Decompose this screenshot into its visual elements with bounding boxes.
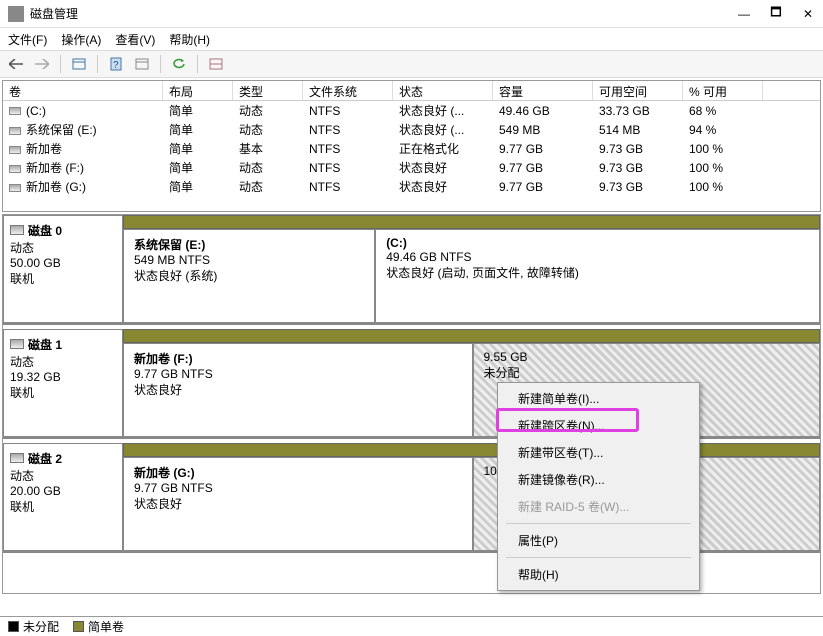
disk-icon [10, 225, 24, 235]
disk-capacity-bar [123, 329, 820, 343]
ctx-help[interactable]: 帮助(H) [500, 561, 697, 588]
disk-info[interactable]: 磁盘 0动态50.00 GB联机 [3, 215, 123, 323]
disk-row: 磁盘 0动态50.00 GB联机系统保留 (E:)549 MB NTFS状态良好… [3, 215, 820, 325]
legend: 未分配 简单卷 [0, 616, 823, 636]
volume-icon [9, 184, 21, 192]
volume-row[interactable]: 系统保留 (E:)简单动态NTFS状态良好 (...549 MB514 MB94… [3, 120, 820, 139]
disk-info[interactable]: 磁盘 1动态19.32 GB联机 [3, 329, 123, 437]
volume-icon [9, 146, 21, 154]
minimize-button[interactable]: — [737, 7, 751, 21]
svg-text:?: ? [113, 60, 119, 71]
partition-box[interactable]: 系统保留 (E:)549 MB NTFS状态良好 (系统) [124, 230, 374, 322]
ctx-new-mirror[interactable]: 新建镜像卷(R)... [500, 466, 697, 493]
ctx-sep [506, 557, 691, 558]
tbtn-refresh[interactable] [169, 54, 189, 74]
disk-capacity-bar [123, 443, 820, 457]
col-type[interactable]: 类型 [233, 81, 303, 100]
volume-row[interactable]: (C:)简单动态NTFS状态良好 (...49.46 GB33.73 GB68 … [3, 101, 820, 120]
disk-icon [10, 453, 24, 463]
forward-button[interactable] [32, 54, 52, 74]
legend-swatch-unalloc [8, 621, 19, 632]
ctx-new-stripe[interactable]: 新建带区卷(T)... [500, 439, 697, 466]
context-menu: 新建简单卷(I)... 新建跨区卷(N)... 新建带区卷(T)... 新建镜像… [497, 382, 700, 591]
tbtn-help[interactable]: ? [106, 54, 126, 74]
menubar: 文件(F) 操作(A) 查看(V) 帮助(H) [0, 28, 823, 50]
menu-help[interactable]: 帮助(H) [169, 31, 210, 48]
toolbar: ? [0, 50, 823, 78]
volume-icon [9, 107, 21, 115]
volume-row[interactable]: 新加卷 (F:)简单动态NTFS状态良好9.77 GB9.73 GB100 % [3, 158, 820, 177]
ctx-new-raid5: 新建 RAID-5 卷(W)... [500, 493, 697, 520]
window-title: 磁盘管理 [30, 5, 737, 22]
tbtn-props[interactable] [132, 54, 152, 74]
ctx-new-span[interactable]: 新建跨区卷(N)... [500, 412, 697, 439]
partition-box[interactable]: 新加卷 (F:)9.77 GB NTFS状态良好 [124, 344, 472, 436]
volumes-header: 卷 布局 类型 文件系统 状态 容量 可用空间 % 可用 [3, 81, 820, 101]
legend-swatch-simple [73, 621, 84, 632]
volumes-pane: 卷 布局 类型 文件系统 状态 容量 可用空间 % 可用 (C:)简单动态NTF… [2, 80, 821, 212]
legend-simple: 简单卷 [73, 618, 124, 635]
volume-list[interactable]: (C:)简单动态NTFS状态良好 (...49.46 GB33.73 GB68 … [3, 101, 820, 211]
legend-unallocated: 未分配 [8, 618, 59, 635]
col-volume[interactable]: 卷 [3, 81, 163, 100]
partition-box[interactable]: (C:)49.46 GB NTFS状态良好 (启动, 页面文件, 故障转储) [374, 230, 819, 322]
menu-view[interactable]: 查看(V) [115, 31, 155, 48]
back-button[interactable] [6, 54, 26, 74]
col-free[interactable]: 可用空间 [593, 81, 683, 100]
col-status[interactable]: 状态 [393, 81, 493, 100]
menu-file[interactable]: 文件(F) [8, 31, 47, 48]
menu-action[interactable]: 操作(A) [61, 31, 101, 48]
app-icon [8, 6, 24, 22]
disk-info[interactable]: 磁盘 2动态20.00 GB联机 [3, 443, 123, 551]
col-percent[interactable]: % 可用 [683, 81, 763, 100]
partition-box[interactable]: 新加卷 (G:)9.77 GB NTFS状态良好 [124, 458, 472, 550]
ctx-properties[interactable]: 属性(P) [500, 527, 697, 554]
titlebar: 磁盘管理 — 🗖 ✕ [0, 0, 823, 28]
tbtn-view[interactable] [69, 54, 89, 74]
col-layout[interactable]: 布局 [163, 81, 233, 100]
volume-row[interactable]: 新加卷简单基本NTFS正在格式化9.77 GB9.73 GB100 % [3, 139, 820, 158]
close-button[interactable]: ✕ [801, 7, 815, 21]
maximize-button[interactable]: 🗖 [769, 7, 783, 21]
ctx-sep [506, 523, 691, 524]
disk-capacity-bar [123, 215, 820, 229]
volume-icon [9, 165, 21, 173]
disk-icon [10, 339, 24, 349]
col-capacity[interactable]: 容量 [493, 81, 593, 100]
volume-row[interactable]: 新加卷 (G:)简单动态NTFS状态良好9.77 GB9.73 GB100 % [3, 177, 820, 196]
volume-icon [9, 127, 21, 135]
col-filesystem[interactable]: 文件系统 [303, 81, 393, 100]
ctx-new-simple[interactable]: 新建简单卷(I)... [500, 385, 697, 412]
tbtn-list[interactable] [206, 54, 226, 74]
